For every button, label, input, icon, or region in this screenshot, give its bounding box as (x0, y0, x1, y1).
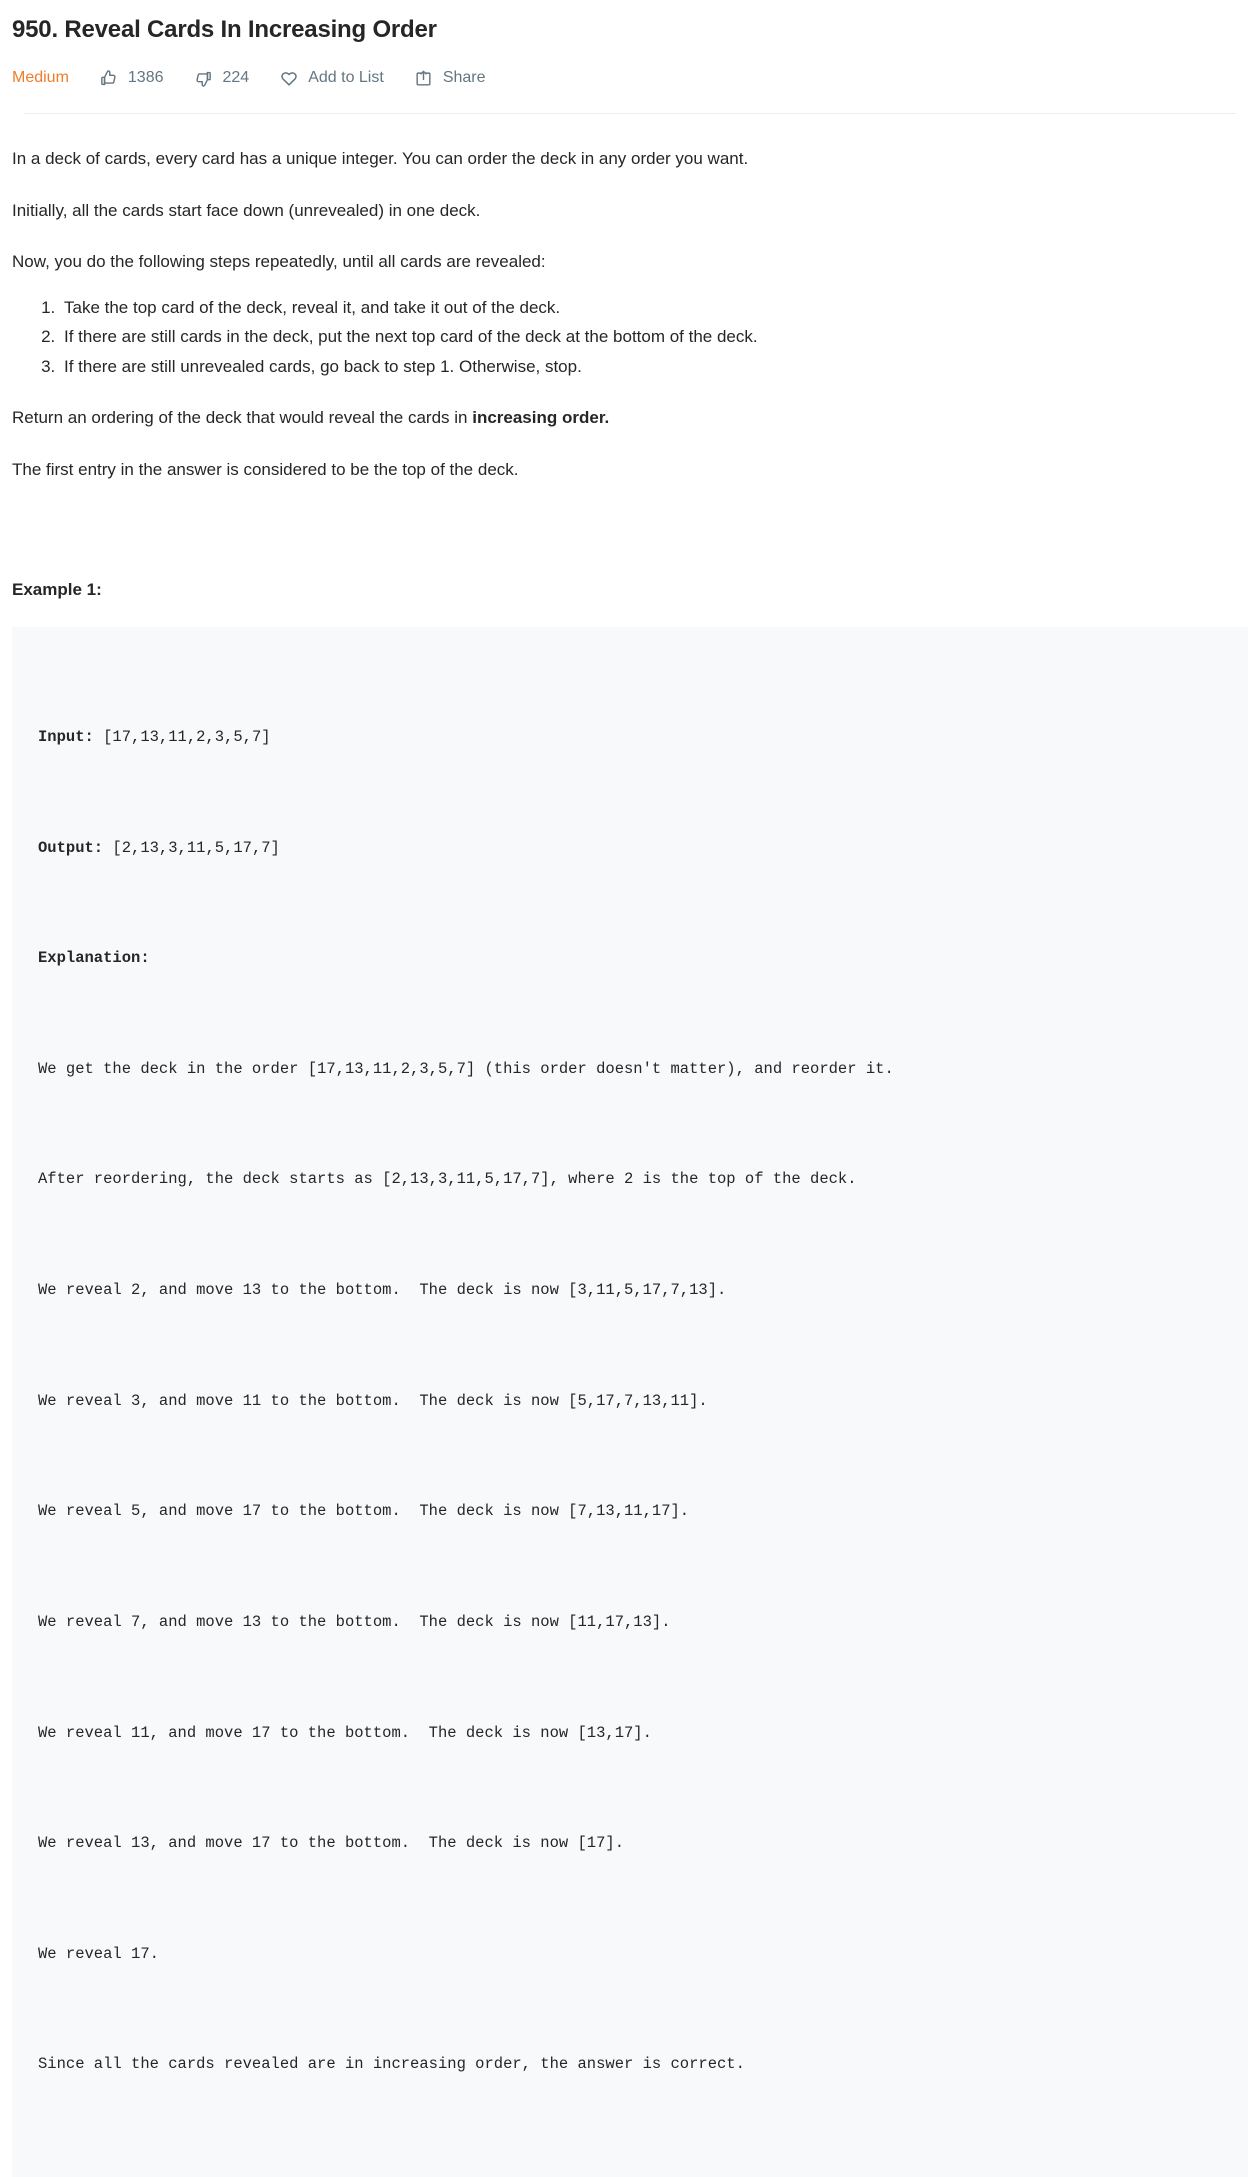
paragraph-4-text: Return an ordering of the deck that woul… (12, 408, 473, 428)
page-title: 950. Reveal Cards In Increasing Order (12, 16, 437, 43)
description-paragraph-4: Return an ordering of the deck that woul… (12, 379, 1248, 431)
problem-page: 950. Reveal Cards In Increasing Order Me… (0, 0, 1260, 2177)
add-to-list-label: Add to List (308, 69, 384, 87)
explanation-label: Explanation: (38, 949, 150, 968)
list-item: Take the top card of the deck, reveal it… (60, 295, 1248, 325)
thumbs-up-icon (99, 68, 119, 88)
code-line-explanation: We reveal 7, and move 13 to the bottom. … (38, 1612, 671, 1631)
output-value: [2,13,3,11,5,17,7] (103, 838, 280, 857)
add-to-list-button[interactable]: Add to List (279, 68, 384, 88)
code-line-explanation-label: Explanation: (38, 940, 1248, 977)
output-label: Output: (38, 838, 104, 857)
code-line-explanation: Since all the cards revealed are in incr… (38, 2055, 745, 2074)
problem-description: In a deck of cards, every card has a uni… (0, 114, 1260, 600)
heart-icon (279, 68, 299, 88)
list-item: If there are still unrevealed cards, go … (60, 354, 1248, 380)
dislike-count: 224 (222, 69, 250, 87)
code-line-explanation: After reordering, the deck starts as [2,… (38, 1170, 857, 1189)
dislike-button[interactable]: 224 (194, 68, 250, 88)
difficulty-badge: Medium (12, 69, 69, 87)
like-button[interactable]: 1386 (99, 68, 164, 88)
like-count: 1386 (127, 69, 164, 87)
thumbs-down-icon (194, 68, 214, 88)
code-line-explanation: We reveal 13, and move 17 to the bottom.… (38, 1834, 624, 1853)
share-icon (414, 68, 434, 88)
example-heading: Example 1: (12, 580, 102, 600)
description-paragraph-1: In a deck of cards, every card has a uni… (12, 149, 749, 169)
problem-meta-row: Medium 1386 224 Add to List Share (12, 63, 1248, 93)
share-button[interactable]: Share (414, 68, 486, 88)
code-line-explanation: We reveal 11, and move 17 to the bottom.… (38, 1723, 652, 1742)
code-line-output: Output: [2,13,3,11,5,17,7] (38, 830, 1248, 867)
description-paragraph-3: Now, you do the following steps repeated… (12, 252, 546, 272)
code-line-explanation: We reveal 17. (38, 1944, 159, 1963)
example-code-block: Input: [17,13,11,2,3,5,7] Output: [2,13,… (12, 627, 1248, 2177)
code-line-explanation: We get the deck in the order [17,13,11,2… (38, 1059, 894, 1078)
share-label: Share (442, 69, 486, 87)
input-value: [17,13,11,2,3,5,7] (93, 727, 271, 746)
list-item: If there are still cards in the deck, pu… (60, 324, 1248, 354)
steps-list: Take the top card of the deck, reveal it… (12, 275, 1248, 380)
input-label: Input: (38, 727, 94, 746)
problem-header: 950. Reveal Cards In Increasing Order Me… (0, 0, 1260, 115)
code-line-explanation: We reveal 3, and move 11 to the bottom. … (38, 1391, 708, 1410)
description-paragraph-2: Initially, all the cards start face down… (12, 200, 481, 220)
description-paragraph-5: The first entry in the answer is conside… (12, 459, 519, 479)
code-line-explanation: We reveal 5, and move 17 to the bottom. … (38, 1502, 690, 1521)
paragraph-4-emphasis: increasing order. (472, 408, 610, 428)
code-line-explanation: We reveal 2, and move 13 to the bottom. … (38, 1281, 727, 1300)
code-line-input: Input: [17,13,11,2,3,5,7] (38, 719, 1248, 756)
